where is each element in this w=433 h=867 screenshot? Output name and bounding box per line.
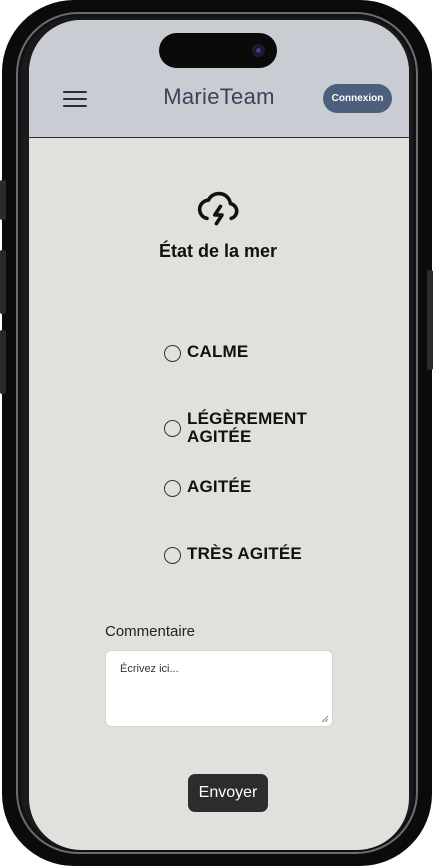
option-label: AGITÉE <box>187 477 252 496</box>
app-screen: MarieTeam Connexion État de la mer CALME… <box>29 20 409 850</box>
send-button[interactable]: Envoyer <box>188 774 268 812</box>
radio-agitee[interactable] <box>164 480 181 497</box>
option-legerement-agitee[interactable]: LÉGÈREMENT AGITÉE <box>164 410 317 446</box>
login-button[interactable]: Connexion <box>323 84 392 113</box>
sea-state-title: État de la mer <box>158 241 278 261</box>
radio-calme[interactable] <box>164 345 181 362</box>
action-button <box>0 180 6 220</box>
volume-up-button <box>0 250 6 314</box>
radio-legerement-agitee[interactable] <box>164 420 181 437</box>
dynamic-island <box>159 33 277 68</box>
comment-placeholder: Écrivez ici... <box>120 663 179 675</box>
volume-down-button <box>0 330 6 394</box>
option-label: LÉGÈREMENT AGITÉE <box>187 409 308 446</box>
phone-frame: MarieTeam Connexion État de la mer CALME… <box>0 0 433 866</box>
option-tres-agitee[interactable]: TRÈS AGITÉE <box>164 545 302 564</box>
option-agitee[interactable]: AGITÉE <box>164 478 252 497</box>
comment-label: Commentaire <box>105 623 196 640</box>
comment-textarea[interactable]: Écrivez ici... <box>105 650 333 727</box>
front-camera-icon <box>252 44 265 57</box>
option-calme[interactable]: CALME <box>164 343 248 362</box>
resize-handle-icon[interactable] <box>321 715 329 723</box>
app-header: MarieTeam Connexion <box>29 20 409 138</box>
radio-tres-agitee[interactable] <box>164 547 181 564</box>
option-label: TRÈS AGITÉE <box>187 544 302 563</box>
cloud-lightning-icon <box>197 191 239 226</box>
power-button <box>427 270 433 370</box>
option-label: CALME <box>187 342 249 361</box>
